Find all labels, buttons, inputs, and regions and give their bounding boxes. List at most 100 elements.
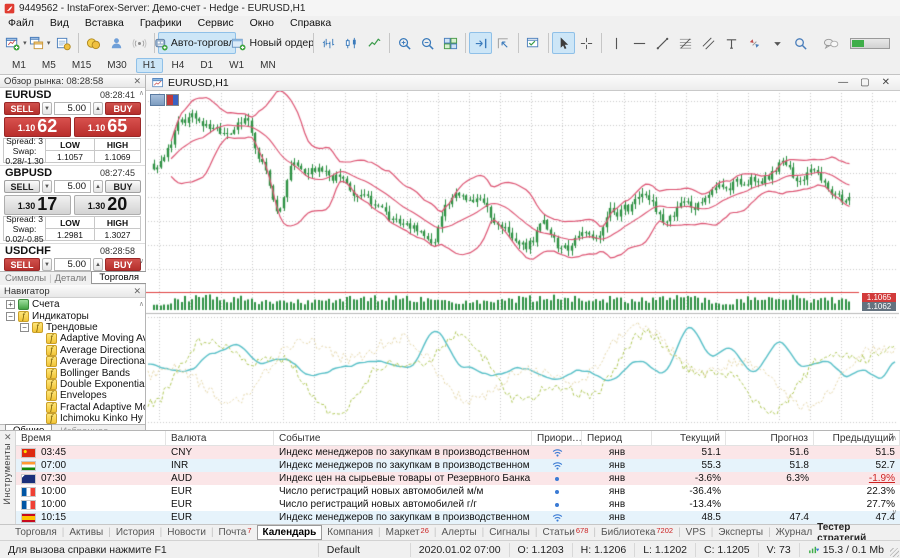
line-chart-button[interactable] [363, 32, 386, 54]
timeframe-h1[interactable]: H1 [136, 58, 163, 73]
timeframe-m1[interactable]: M1 [5, 58, 33, 73]
volume-down-button[interactable]: ▼ [42, 180, 52, 193]
chart-area[interactable]: 1.1065 1.1062 [146, 91, 900, 430]
column-header-0[interactable]: Время [16, 431, 166, 446]
buy-button[interactable]: BUY [105, 180, 141, 193]
buy-price-panel[interactable]: 1.3020 [74, 195, 141, 215]
timeframe-m30[interactable]: M30 [100, 58, 133, 73]
tab-symbols[interactable]: Символы [5, 273, 46, 284]
timeframe-mn[interactable]: MN [253, 58, 283, 73]
tree-item-индикаторы[interactable]: −fИндикаторы [0, 310, 145, 321]
one-click-trading-widget[interactable] [150, 94, 179, 106]
community-icon[interactable] [819, 32, 843, 54]
volume-up-button[interactable]: ▲ [93, 180, 103, 193]
trendline-button[interactable] [651, 32, 674, 54]
close-icon[interactable]: ✕ [133, 286, 141, 297]
timeframe-m15[interactable]: M15 [65, 58, 98, 73]
tree-item-adaptive-moving-av[interactable]: fAdaptive Moving Av [0, 333, 145, 344]
calendar-row[interactable]: 07:30AUDИндекс цен на сырьевые товары от… [16, 472, 900, 485]
volume-down-button[interactable]: ▼ [42, 102, 52, 115]
column-header-5[interactable]: Текущий [652, 431, 726, 446]
sell-price-panel[interactable]: 1.3017 [4, 195, 71, 215]
text-label-button[interactable] [720, 32, 743, 54]
templates-button[interactable] [522, 32, 545, 54]
dropdown-arrow-button[interactable] [766, 32, 789, 54]
tab-маркет[interactable]: Маркет26 [381, 526, 434, 540]
scroll-down-icon[interactable]: ∨ [892, 509, 897, 516]
calendar-row[interactable]: 10:00EURЧисло регистраций новых автомоби… [16, 485, 900, 498]
menu-item-service[interactable]: Сервис [190, 16, 242, 29]
auto-trading-button[interactable]: Авто-торговля [158, 32, 236, 54]
channel-button[interactable] [697, 32, 720, 54]
tab-сигналы[interactable]: Сигналы [484, 526, 535, 540]
column-header-3[interactable]: Приори… [532, 431, 582, 446]
scroll-up-icon[interactable]: ∧ [139, 301, 144, 308]
chevron-down-icon[interactable]: ▾ [47, 39, 51, 47]
chart-titlebar[interactable]: EURUSD,H1 — ▢ ✕ [146, 75, 900, 91]
market-watch-symbol-gbpusd[interactable]: GBPUSD08:27:45 SELL ▼ 5.00 ▲ BUY 1.3017 … [0, 166, 145, 244]
close-icon[interactable]: ✕ [882, 77, 890, 88]
close-icon[interactable]: ✕ [4, 432, 12, 443]
menu-item-view[interactable]: Вид [42, 16, 77, 29]
tab-vps[interactable]: VPS [681, 526, 711, 540]
tile-windows-button[interactable] [439, 32, 462, 54]
menu-item-charts[interactable]: Графики [132, 16, 190, 29]
timeframe-d1[interactable]: D1 [193, 58, 220, 73]
algo-trading-button[interactable] [105, 32, 128, 54]
timeframe-m5[interactable]: M5 [35, 58, 63, 73]
profile-selector[interactable]: Default [318, 543, 410, 557]
scroll-down-icon[interactable]: ∨ [139, 258, 144, 265]
column-header-4[interactable]: Период [582, 431, 652, 446]
tab-почта[interactable]: Почта7 [214, 526, 257, 540]
menu-item-file[interactable]: Файл [0, 16, 42, 29]
menu-item-help[interactable]: Справка [282, 16, 339, 29]
tab-журнал[interactable]: Журнал [771, 526, 818, 540]
arrows-button[interactable] [743, 32, 766, 54]
tab-торговля[interactable]: Торговля [10, 526, 62, 540]
scroll-down-icon[interactable]: ∨ [139, 414, 144, 421]
buy-button[interactable]: BUY [105, 258, 141, 271]
column-header-2[interactable]: Событие [274, 431, 532, 446]
tree-item-envelopes[interactable]: fEnvelopes [0, 390, 145, 401]
broadcast-button[interactable] [128, 32, 151, 54]
price-chart-canvas[interactable] [146, 91, 899, 429]
tab-библиотека[interactable]: Библиотека7202 [596, 526, 678, 540]
tree-item-счета[interactable]: +Счета [0, 299, 145, 310]
tab-trading[interactable]: Торговля [91, 271, 147, 284]
volume-down-button[interactable]: ▼ [42, 258, 52, 271]
zoom-out-button[interactable] [416, 32, 439, 54]
calendar-row[interactable]: 10:15EURИндекс менеджеров по закупкам в … [16, 511, 900, 524]
timeframe-h4[interactable]: H4 [165, 58, 192, 73]
auto-scroll-button[interactable] [469, 32, 492, 54]
tree-item-трендовые[interactable]: −fТрендовые [0, 322, 145, 333]
sell-button[interactable]: SELL [4, 258, 40, 271]
tree-item-fractal-adaptive-mc[interactable]: fFractal Adaptive Mc [0, 402, 145, 413]
tab-статьи[interactable]: Статьи678 [537, 526, 593, 540]
chart-shift-button[interactable] [492, 32, 515, 54]
new-order-button[interactable]: Новый ордер [236, 32, 311, 54]
one-click-expand-icon[interactable] [150, 94, 165, 106]
bars-chart-button[interactable] [317, 32, 340, 54]
minimize-icon[interactable]: — [838, 77, 848, 88]
search-icon[interactable] [789, 32, 812, 54]
tab-новости[interactable]: Новости [162, 526, 211, 540]
sell-button[interactable]: SELL [4, 102, 40, 115]
buy-button[interactable]: BUY [105, 102, 141, 115]
tab-история[interactable]: История [111, 526, 160, 540]
market-watch-symbol-usdchf[interactable]: ∨ USDCHF08:28:58 SELL ▼ 5.00 ▲ BUY [0, 244, 145, 271]
volume-input[interactable]: 5.00 [54, 258, 91, 271]
collapse-icon[interactable]: − [20, 323, 29, 332]
maximize-icon[interactable]: ▢ [860, 77, 869, 88]
tab-details[interactable]: Детали [55, 273, 87, 284]
calendar-row[interactable]: 07:00INRИндекс менеджеров по закупкам в … [16, 459, 900, 472]
volume-up-button[interactable]: ▲ [93, 258, 103, 271]
fibonacci-button[interactable] [674, 32, 697, 54]
close-icon[interactable]: ✕ [133, 76, 141, 87]
timeframe-w1[interactable]: W1 [222, 58, 251, 73]
scroll-up-icon[interactable]: ∧ [892, 435, 897, 442]
tab-календарь[interactable]: Календарь [257, 525, 323, 540]
quotes-button[interactable] [82, 32, 105, 54]
tree-item-average-directional[interactable]: fAverage Directional [0, 345, 145, 356]
menu-item-window[interactable]: Окно [242, 16, 282, 29]
column-header-6[interactable]: Прогноз [726, 431, 814, 446]
